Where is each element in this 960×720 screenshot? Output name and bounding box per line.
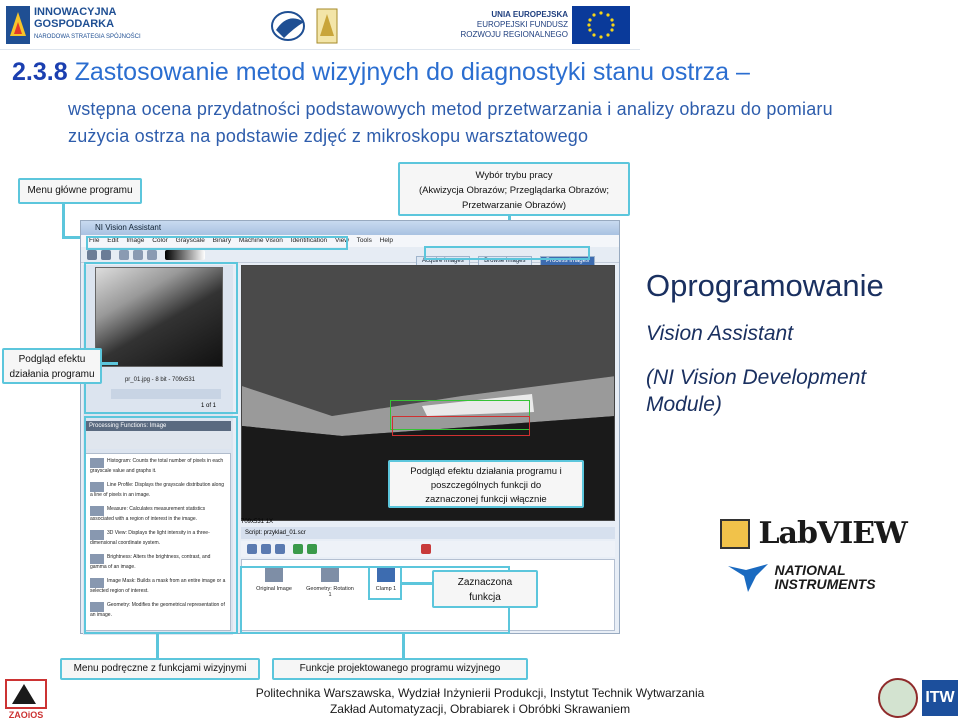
open-icon[interactable]: [87, 250, 97, 260]
labview-icon: [720, 518, 750, 549]
section-number: 2.3.8: [12, 58, 68, 86]
callout-preview-detail: Podgląd efektu działania programu i posz…: [388, 460, 584, 508]
highlight-menu-bar: [86, 236, 348, 250]
open-script-icon[interactable]: [261, 544, 271, 554]
callout-selected-function: Zaznaczona funkcja: [432, 570, 538, 608]
step-icon[interactable]: [307, 544, 317, 554]
top-banner: INNOWACYJNA GOSPODARKA NARODOWA STRATEGI…: [0, 0, 640, 50]
ig-line2: GOSPODARKA: [34, 18, 115, 30]
save-script-icon[interactable]: [275, 544, 285, 554]
labview-logo: LabVIEW: [720, 516, 908, 551]
window-title: NI Vision Assistant: [81, 221, 619, 235]
footer-line1: Politechnika Warszawska, Wydział Inżynie…: [255, 686, 705, 700]
connector: [100, 362, 118, 365]
ni-eagle-icon: [728, 564, 768, 592]
callout-mode-select: Wybór trybu pracy (Akwizycja Obrazów; Pr…: [398, 162, 630, 216]
mazowsze-logo-icon: [271, 11, 305, 41]
zoom-out-icon[interactable]: [133, 250, 143, 260]
measurement-rectangle[interactable]: [392, 416, 530, 436]
ig-line1: INNOWACYJNA: [34, 6, 117, 18]
ig-line3: NARODOWA STRATEGIA SPÓJNOŚCI: [34, 34, 141, 40]
callout-menu-functions: Menu podręczne z funkcjami wizyjnymi: [60, 658, 260, 680]
connector: [402, 634, 405, 660]
callout-preview-effect: Podgląd efektu działania programu: [2, 348, 102, 384]
highlight-selected-step: [368, 566, 402, 600]
connector: [156, 634, 159, 660]
save-icon[interactable]: [101, 250, 111, 260]
eu-line2: EUROPEJSKI FUNDUSZ: [476, 20, 568, 29]
regional-emblem-icon: [316, 8, 338, 44]
svg-text:ZAOiOS: ZAOiOS: [9, 710, 44, 720]
zoom-fit-icon[interactable]: [147, 250, 157, 260]
page-title: 2.3.8 Zastosowanie metod wizyjnych do di…: [12, 58, 750, 87]
national-instruments-logo: NATIONAL INSTRUMENTS: [726, 560, 876, 600]
highlight-thumbnail: [84, 262, 238, 414]
ni-text: NATIONAL INSTRUMENTS: [774, 562, 876, 592]
status-bar: 709x531 1X: [241, 519, 274, 525]
run-icon[interactable]: [293, 544, 303, 554]
script-toolbar: [241, 541, 615, 557]
lut-icon[interactable]: [165, 250, 205, 260]
callout-project-functions: Funkcje projektowanego programu wizyjneg…: [272, 658, 528, 680]
menu-help[interactable]: Help: [380, 237, 393, 244]
connector: [402, 582, 432, 585]
connector: [62, 204, 65, 238]
title-text: Zastosowanie metod wizyjnych do diagnost…: [74, 58, 750, 86]
zaoios-logo-icon: ZAOiOS: [5, 679, 47, 720]
delete-step-icon[interactable]: [421, 544, 431, 554]
highlight-functions: [84, 416, 238, 634]
page-subtitle: wstępna ocena przydatności podstawowych …: [68, 99, 833, 146]
menu-tools[interactable]: Tools: [357, 237, 372, 244]
software-title: Oprogramowanie: [646, 268, 884, 303]
eu-line3: ROZWOJU REGIONALNEGO: [460, 30, 568, 39]
callout-main-menu: Menu główne programu: [18, 178, 142, 204]
politechnika-emblem-icon: [878, 678, 918, 718]
zoom-in-icon[interactable]: [119, 250, 129, 260]
eu-text: UNIA EUROPEJSKA EUROPEJSKI FUNDUSZ ROZWO…: [440, 10, 568, 40]
product-name: Vision Assistant: [646, 322, 794, 345]
highlight-tabs: [424, 246, 590, 260]
itw-logo: ITW: [922, 680, 958, 716]
innowacyjna-gospodarka-logo-icon: [6, 6, 30, 44]
eu-line1: UNIA EUROPEJSKA: [491, 10, 568, 19]
module-name: (NI Vision Development Module): [646, 366, 867, 416]
footer-line2: Zakład Automatyzacji, Obrabiarek i Obrób…: [329, 702, 631, 716]
new-script-icon[interactable]: [247, 544, 257, 554]
eu-flag-icon: [572, 6, 630, 44]
script-bar: Script: przyklad_01.scr: [241, 527, 615, 539]
innowacyjna-gospodarka-text: INNOWACYJNA GOSPODARKA NARODOWA STRATEGI…: [34, 6, 141, 43]
